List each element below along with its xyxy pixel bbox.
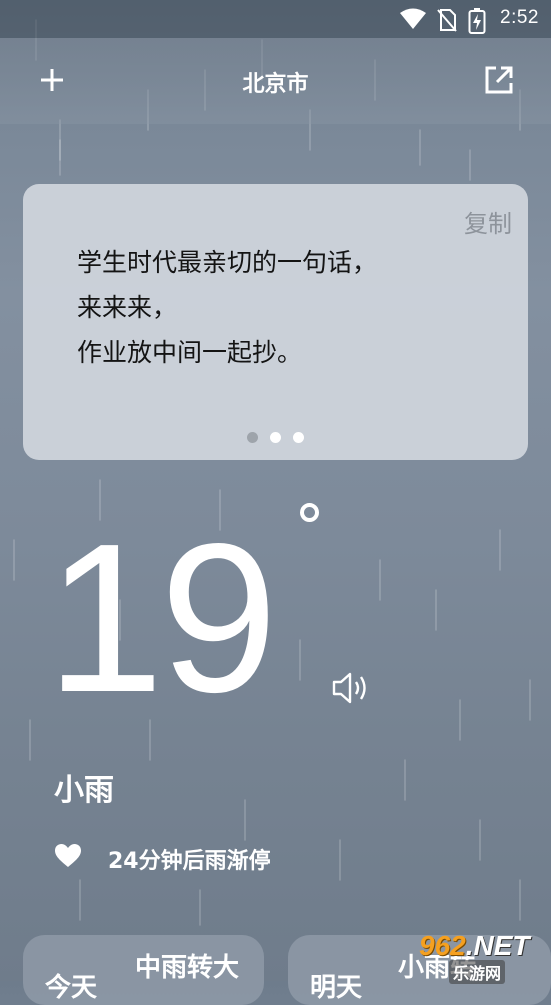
quote-line: 来来来，: [77, 293, 178, 322]
speaker-button[interactable]: [330, 670, 370, 706]
quote-line: 学生时代最亲切的一句话，: [77, 248, 378, 277]
page-dot[interactable]: [247, 432, 258, 443]
battery-charging-icon: [468, 8, 486, 34]
page-dot-active[interactable]: [270, 432, 281, 443]
degree-icon: [300, 503, 319, 522]
current-temperature: 19: [46, 499, 278, 736]
no-sim-icon: [437, 9, 457, 32]
day-card-today[interactable]: 今天 中雨转大: [23, 935, 264, 1005]
site-watermark: 962.NET 乐游网: [413, 930, 545, 984]
top-app-bar: 北京市: [0, 38, 551, 124]
speaker-icon: [332, 672, 366, 704]
rain-background: [13, 19, 531, 926]
status-time: 2:52: [500, 7, 539, 28]
day-label: 明天: [310, 973, 363, 1003]
wifi-icon: [400, 8, 426, 29]
heart-icon: [55, 844, 81, 867]
page-dot[interactable]: [293, 432, 304, 443]
watermark-subtitle: 乐游网: [449, 960, 506, 984]
city-title: 北京市: [242, 72, 309, 97]
page-indicator: [23, 432, 528, 444]
weather-condition: 小雨: [54, 773, 114, 808]
quote-card[interactable]: 复制 学生时代最亲切的一句话， 来来来， 作业放中间一起抄。: [23, 184, 528, 460]
day-condition: 中雨转大: [135, 953, 240, 983]
rain-forecast-text: 24分钟后雨渐停: [108, 849, 271, 874]
copy-button[interactable]: 复制: [464, 204, 512, 239]
status-bar: 2:52: [0, 0, 551, 38]
share-external-icon: [485, 66, 513, 94]
watermark-logo: 962.NET: [419, 930, 530, 961]
share-button[interactable]: [481, 62, 517, 98]
quote-text: 学生时代最亲切的一句话， 来来来， 作业放中间一起抄。: [77, 240, 377, 375]
day-label: 今天: [45, 973, 98, 1003]
quote-line: 作业放中间一起抄。: [77, 338, 303, 367]
